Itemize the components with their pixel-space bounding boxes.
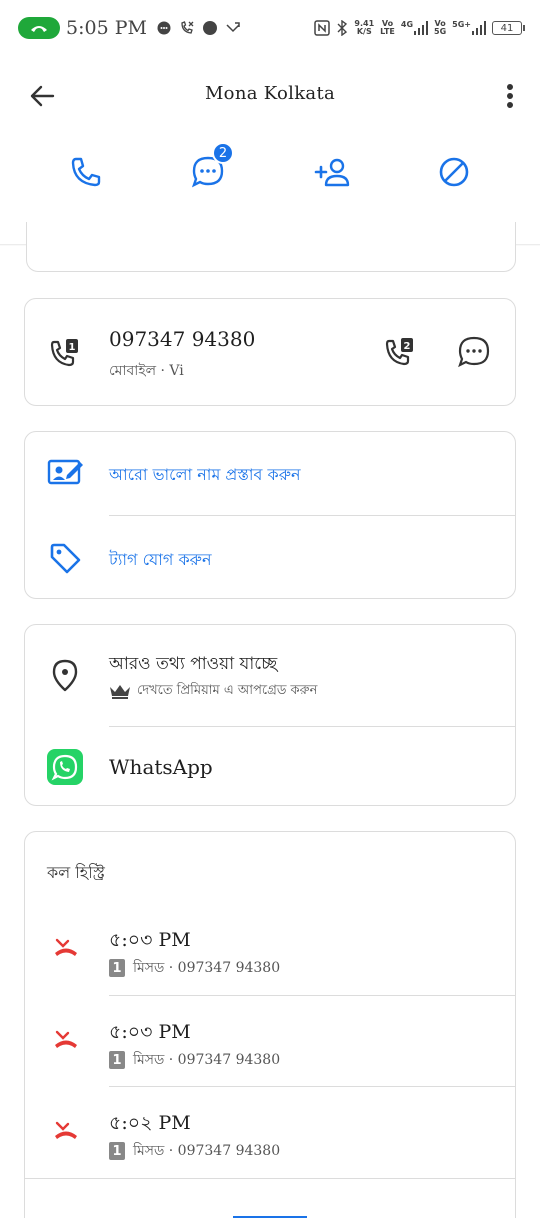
missed-call-icon xyxy=(55,1121,77,1139)
chat-bubble-icon xyxy=(458,336,490,368)
nfc-icon xyxy=(314,20,331,36)
suggest-name-link[interactable]: আরো ভালো নাম প্রস্তাব করুন xyxy=(109,462,301,489)
unread-count-badge: 2 xyxy=(212,142,234,164)
dot-notification-icon xyxy=(202,21,217,35)
more-info-card: আরও তথ্য পাওয়া যাচ্ছে দেখতে প্রিমিয়াম … xyxy=(24,624,516,806)
premium-upgrade-link[interactable]: দেখতে প্রিমিয়াম এ আপগ্রেড করুন xyxy=(109,681,317,702)
call-history-row[interactable]: ৫:০৩ PM 1 মিসড · 097347 94380 xyxy=(25,1018,515,1108)
phone-icon xyxy=(71,157,101,187)
add-contact-button[interactable] xyxy=(310,150,354,194)
sim2-signal: 5G+ xyxy=(452,21,486,35)
divider xyxy=(109,1086,515,1087)
call-time: ৫:০৩ PM xyxy=(109,929,191,951)
call-sim2-button[interactable]: 2 xyxy=(383,335,419,371)
call-button[interactable] xyxy=(64,150,108,194)
whatsapp-icon xyxy=(47,749,83,785)
divider xyxy=(109,726,515,727)
call-history-title: কল হিস্ট্রি xyxy=(47,863,105,882)
sim2-label: Vo 5G xyxy=(434,19,447,36)
call-history-row[interactable]: ৫:০৩ PM 1 মিসড · 097347 94380 xyxy=(25,926,515,1016)
divider xyxy=(109,995,515,996)
phone-icon xyxy=(31,26,47,32)
more-vert-icon xyxy=(507,84,513,108)
signal-bars-icon xyxy=(414,21,429,35)
suggestion-card: আরো ভালো নাম প্রস্তাব করুন ট্যাগ যোগ করু… xyxy=(24,431,516,599)
edit-name-icon xyxy=(47,454,83,490)
missed-call-notification-icon xyxy=(181,21,194,34)
block-icon xyxy=(439,157,469,187)
sim-badge: 1 xyxy=(109,1142,125,1160)
location-pin-icon xyxy=(47,657,83,693)
phone-number[interactable]: 097347 94380 xyxy=(109,327,255,351)
divider xyxy=(109,515,515,516)
whatsapp-link[interactable]: WhatsApp xyxy=(109,755,213,779)
network-speed: 9.41 K/S xyxy=(354,19,375,36)
sim2-call-icon: 2 xyxy=(385,338,413,366)
call-detail-text: মিসড · 097347 94380 xyxy=(133,1143,281,1159)
sim1-call-icon: 1 xyxy=(47,335,83,371)
sim1-signal: 4G xyxy=(401,21,429,35)
top-app-bar: Mona Kolkata xyxy=(0,64,540,128)
sim1-label: Vo LTE xyxy=(380,19,395,36)
premium-upgrade-text: দেখতে প্রিমিয়াম এ আপগ্রেড করুন xyxy=(137,683,318,698)
call-detail: 1 মিসড · 097347 94380 xyxy=(109,1139,280,1163)
bluetooth-icon xyxy=(337,20,348,36)
crown-icon xyxy=(110,684,130,699)
svg-text:1: 1 xyxy=(69,342,76,353)
divider xyxy=(25,1178,515,1179)
call-history-card: কল হিস্ট্রি ৫:০৩ PM 1 মিসড · 097347 9438… xyxy=(24,831,516,1218)
call-detail-text: মিসড · 097347 94380 xyxy=(133,1052,281,1068)
collapsed-card xyxy=(26,222,516,272)
call-detail: 1 মিসড · 097347 94380 xyxy=(109,956,280,980)
missed-call-icon xyxy=(55,1030,77,1048)
svg-text:2: 2 xyxy=(404,341,411,352)
tag-icon xyxy=(47,540,83,576)
chat-notification-icon xyxy=(157,21,171,35)
person-add-icon xyxy=(314,158,350,187)
ongoing-call-indicator[interactable] xyxy=(18,17,60,39)
sms-button[interactable] xyxy=(457,335,493,371)
signal-bars-icon xyxy=(472,21,486,35)
page-title: Mona Kolkata xyxy=(204,83,336,104)
message-button[interactable]: 2 xyxy=(186,142,234,194)
add-tag-link[interactable]: ট্যাগ যোগ করুন xyxy=(109,547,212,574)
phone-number-card: 1 097347 94380 মোবাইল · Vi 2 xyxy=(24,298,516,406)
call-detail: 1 মিসড · 097347 94380 xyxy=(109,1048,280,1072)
sim-badge: 1 xyxy=(109,1051,125,1069)
block-button[interactable] xyxy=(432,150,476,194)
call-detail-text: মিসড · 097347 94380 xyxy=(133,960,281,976)
battery-indicator: 41 xyxy=(492,21,525,35)
phone-type-carrier: মোবাইল · Vi xyxy=(109,363,184,379)
missed-call-icon xyxy=(55,938,77,956)
call-time: ৫:০২ PM xyxy=(109,1112,191,1134)
sim-badge: 1 xyxy=(109,959,125,977)
status-bar: 5:05 PM 9.41 K/S Vo LTE 4G Vo 5G 5G+ 41 xyxy=(0,0,540,56)
more-options-button[interactable] xyxy=(502,80,518,112)
contact-actions: 2 xyxy=(0,142,540,210)
call-time: ৫:০৩ PM xyxy=(109,1021,191,1043)
status-time: 5:05 PM xyxy=(66,17,147,39)
call-history-row[interactable]: ৫:০২ PM 1 মিসড · 097347 94380 xyxy=(25,1109,515,1199)
missed-call-small-icon xyxy=(226,22,240,33)
more-info-title: আরও তথ্য পাওয়া যাচ্ছে xyxy=(109,654,278,674)
